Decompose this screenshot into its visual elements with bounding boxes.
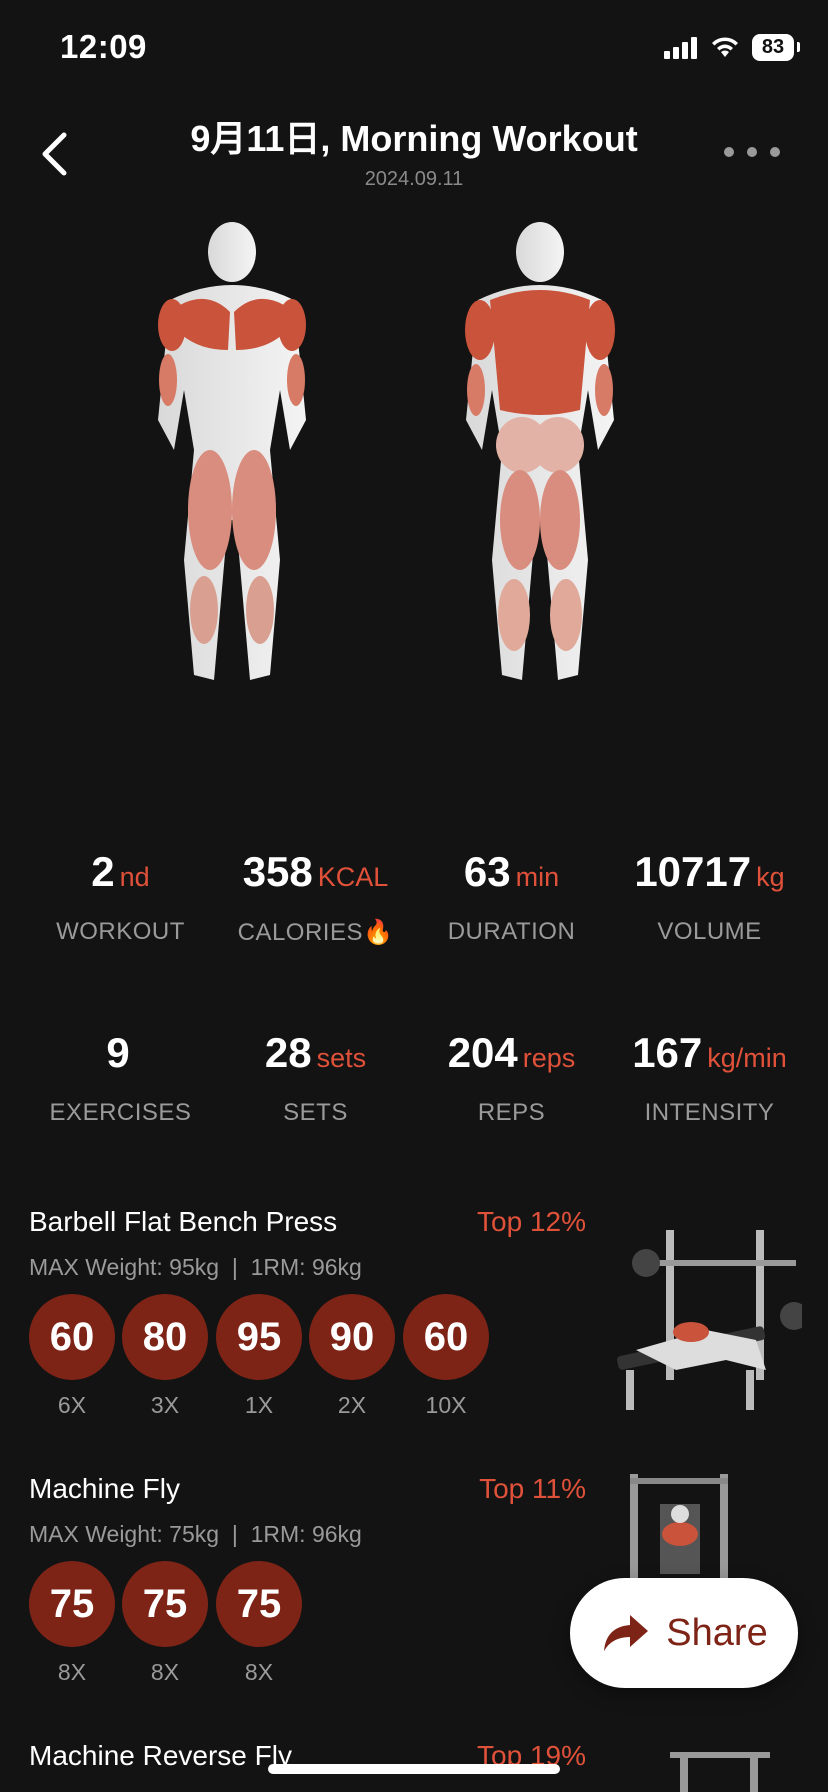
stat-unit: KCAL	[317, 862, 389, 892]
stat-unit: nd	[119, 862, 150, 892]
set-item: 75 8X	[216, 1561, 302, 1686]
muscle-map-figure	[158, 222, 615, 680]
set-weight: 90	[309, 1294, 395, 1380]
more-dot	[747, 147, 757, 157]
front-body-icon	[158, 222, 306, 680]
set-reps: 1X	[244, 1392, 274, 1418]
machine-fly-thumbnail	[630, 1474, 728, 1584]
stat-exercises: 9 EXERCISES	[17, 1029, 224, 1127]
set-weight: 60	[29, 1294, 115, 1380]
reverse-fly-thumbnail	[670, 1752, 770, 1792]
wifi-icon	[712, 36, 738, 57]
stat-workout: 2nd WORKOUT	[17, 848, 224, 946]
stat-label: WORKOUT	[56, 918, 185, 945]
one-rm: 1RM: 96kg	[250, 1521, 362, 1547]
max-weight: MAX Weight: 75kg	[29, 1521, 220, 1547]
stat-label: INTENSITY	[644, 1099, 775, 1126]
stat-label: VOLUME	[657, 918, 762, 945]
set-weight: 60	[403, 1294, 489, 1380]
set-reps: 6X	[57, 1392, 87, 1418]
stat-duration: 63 min DURATION	[408, 848, 615, 946]
exercise-rank: Top 11%	[479, 1473, 586, 1504]
stat-unit: kg	[756, 862, 785, 892]
set-reps: 10X	[425, 1392, 467, 1418]
workout-date: 2024.09.11	[364, 168, 464, 190]
set-reps: 8X	[244, 1659, 274, 1685]
stat-unit: kg/min	[707, 1043, 787, 1073]
back-body-icon	[465, 222, 615, 680]
bench-press-thumbnail	[617, 1230, 802, 1410]
stat-value: 2	[91, 848, 115, 895]
set-item: 75 8X	[29, 1561, 115, 1686]
stat-volume: 10717 kg VOLUME	[606, 848, 813, 946]
stat-value: 167	[632, 1029, 703, 1076]
more-options-button[interactable]	[724, 140, 780, 164]
stat-value: 28	[264, 1029, 312, 1076]
stat-label: EXERCISES	[49, 1099, 192, 1126]
stat-unit: reps	[522, 1043, 576, 1073]
signal-icon	[664, 36, 697, 59]
share-label: Share	[666, 1611, 768, 1654]
stat-label: SETS	[283, 1099, 348, 1126]
set-reps: 3X	[150, 1392, 180, 1418]
status-time: 12:09	[60, 28, 147, 65]
page-title: 9月11日, Morning Workout	[190, 118, 638, 159]
set-weight: 95	[216, 1294, 302, 1380]
stat-value: 10717	[634, 848, 752, 895]
set-item: 60 10X	[403, 1294, 489, 1419]
stat-value: 358	[242, 848, 313, 895]
stat-value: 9	[106, 1029, 130, 1076]
stat-unit: sets	[316, 1043, 367, 1073]
stat-value: 204	[447, 1029, 518, 1076]
exercise-name[interactable]: Machine Reverse Fly	[29, 1740, 292, 1772]
stat-calories: 358 KCAL CALORIES🔥	[212, 848, 419, 947]
more-dots-icon	[724, 147, 734, 157]
set-item: 90 2X	[309, 1294, 395, 1419]
home-indicator	[268, 1764, 560, 1774]
exercise-name[interactable]: Barbell Flat Bench Press	[29, 1206, 337, 1238]
exercise-meta: MAX Weight: 95kg | 1RM: 96kg	[29, 1254, 362, 1280]
set-item: 95 1X	[216, 1294, 302, 1419]
max-weight: MAX Weight: 95kg	[29, 1254, 220, 1280]
set-reps: 8X	[57, 1659, 87, 1685]
set-item: 75 8X	[122, 1561, 208, 1686]
stat-sets: 28 sets SETS	[212, 1029, 419, 1127]
share-button[interactable]: Share	[570, 1578, 798, 1688]
exercise-meta: MAX Weight: 75kg | 1RM: 96kg	[29, 1521, 362, 1547]
stat-label: DURATION	[447, 918, 576, 945]
status-icons: 83	[664, 34, 800, 61]
share-arrow-icon	[604, 1615, 649, 1651]
stat-unit: min	[515, 862, 560, 892]
stat-label: REPS	[477, 1099, 546, 1126]
set-item: 80 3X	[122, 1294, 208, 1419]
one-rm: 1RM: 96kg	[250, 1254, 362, 1280]
battery-icon: 83	[752, 34, 800, 61]
set-weight: 80	[122, 1294, 208, 1380]
set-weight: 75	[122, 1561, 208, 1647]
set-weight: 75	[216, 1561, 302, 1647]
set-reps: 2X	[337, 1392, 367, 1418]
stat-value: 63	[463, 848, 511, 895]
exercise-rank: Top 12%	[477, 1206, 586, 1237]
set-weight: 75	[29, 1561, 115, 1647]
more-dot	[770, 147, 780, 157]
set-item: 60 6X	[29, 1294, 115, 1419]
stat-reps: 204 reps REPS	[408, 1029, 615, 1127]
stat-label: CALORIES🔥	[237, 919, 394, 946]
set-reps: 8X	[150, 1659, 180, 1685]
stat-intensity: 167 kg/min INTENSITY	[606, 1029, 813, 1127]
exercise-name[interactable]: Machine Fly	[29, 1473, 180, 1505]
